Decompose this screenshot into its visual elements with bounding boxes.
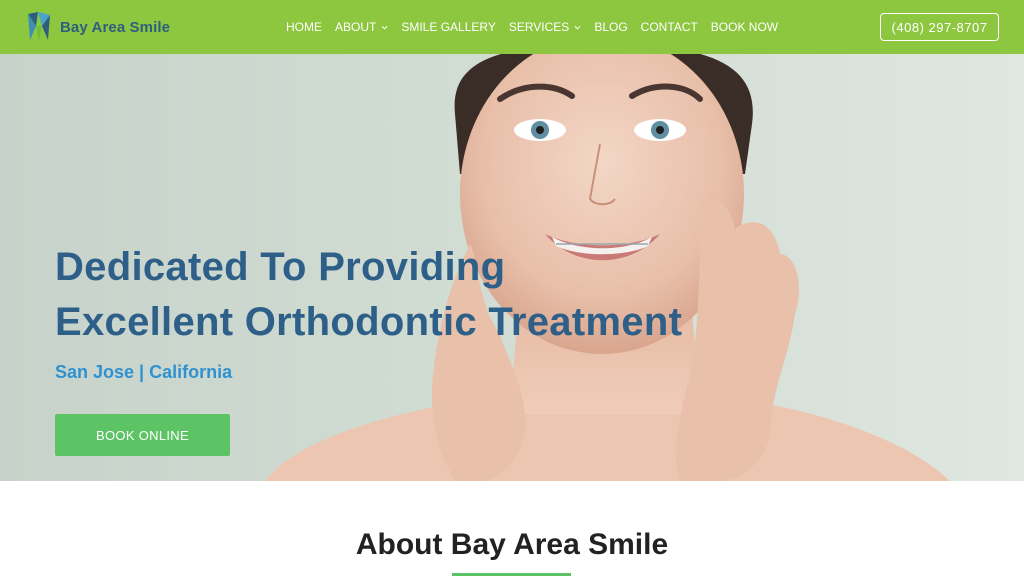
nav-about-label: ABOUT [335, 20, 377, 34]
hero-section: Dedicated To Providing Excellent Orthodo… [0, 54, 1024, 481]
chevron-down-icon [381, 25, 388, 30]
book-online-button[interactable]: BOOK ONLINE [55, 414, 230, 456]
nav-blog-label: BLOG [594, 20, 628, 34]
hero-title-line-2: Excellent Orthodontic Treatment [55, 300, 683, 344]
hero-title: Dedicated To Providing Excellent Orthodo… [55, 240, 682, 350]
nav-services[interactable]: SERVICES [509, 20, 581, 34]
main-nav: HOME ABOUT SMILE GALLERY SERVICES BLOG C… [286, 0, 791, 54]
nav-contact[interactable]: CONTACT [641, 20, 698, 34]
site-header: Bay Area Smile HOME ABOUT SMILE GALLERY … [0, 0, 1024, 54]
nav-blog[interactable]: BLOG [594, 20, 627, 34]
tooth-logo-icon [28, 12, 50, 42]
chevron-down-icon [574, 25, 581, 30]
about-heading: About Bay Area Smile [355, 528, 669, 561]
hero-title-line-1: Dedicated To Providing [55, 245, 506, 289]
nav-home[interactable]: HOME [286, 20, 322, 34]
nav-services-label: SERVICES [508, 20, 570, 34]
nav-home-label: HOME [286, 20, 322, 34]
phone-button[interactable]: (408) 297-8707 [880, 13, 999, 41]
nav-book-now[interactable]: BOOK NOW [711, 20, 778, 34]
heading-underline [452, 573, 571, 576]
nav-contact-label: CONTACT [640, 20, 698, 34]
hero-location: San Jose | California [55, 362, 233, 382]
nav-book-now-label: BOOK NOW [710, 20, 779, 34]
logo-text: Bay Area Smile [60, 18, 171, 36]
nav-smile-gallery-label: SMILE GALLERY [401, 20, 496, 34]
nav-about[interactable]: ABOUT [335, 20, 388, 34]
logo[interactable]: Bay Area Smile [24, 10, 170, 44]
nav-smile-gallery[interactable]: SMILE GALLERY [401, 20, 496, 34]
